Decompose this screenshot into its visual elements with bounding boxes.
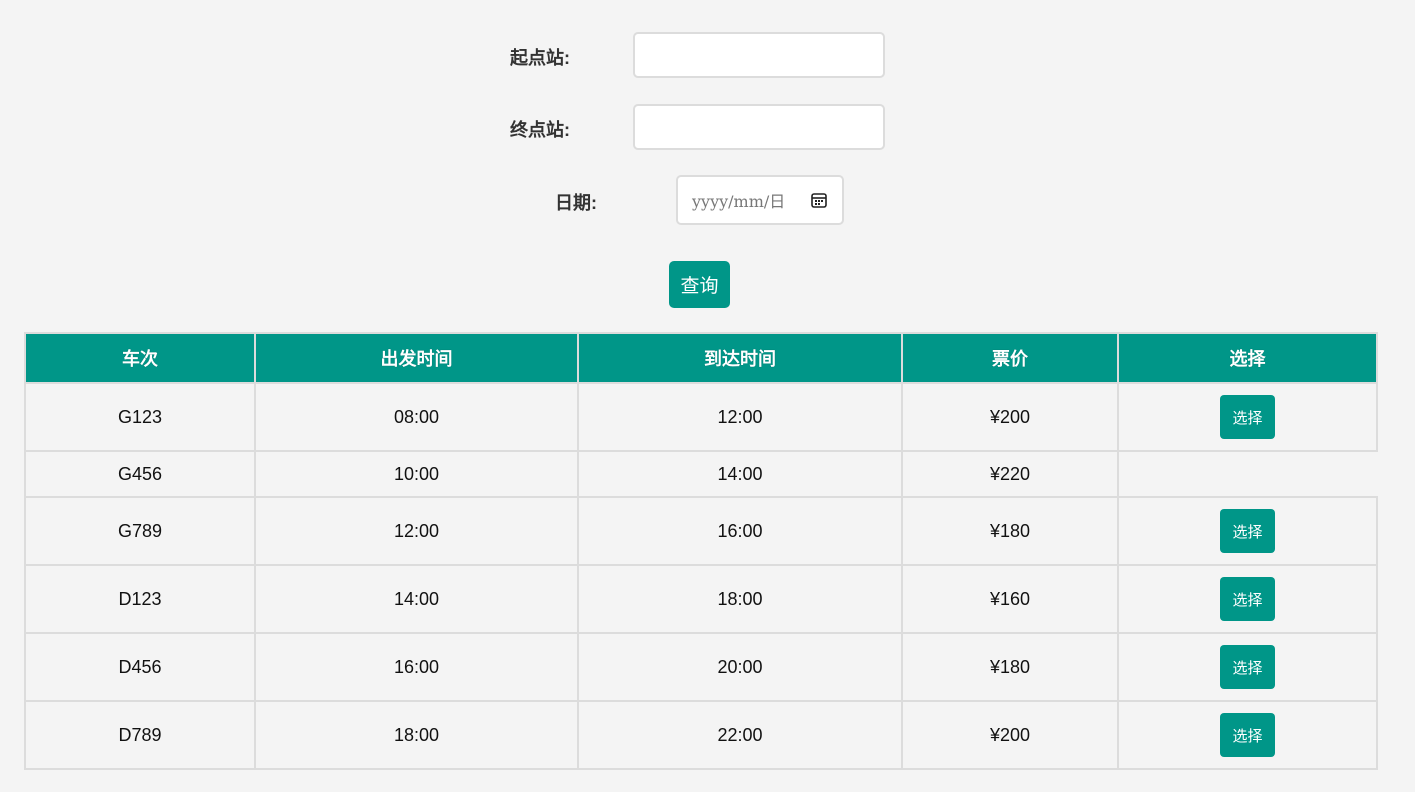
cell-depart: 08:00 xyxy=(254,382,579,452)
table-row: G789 12:00 16:00 ¥180 选择 xyxy=(24,496,1378,566)
cell-arrive: 12:00 xyxy=(577,382,903,452)
cell-arrive: 14:00 xyxy=(577,450,903,498)
cell-arrive: 20:00 xyxy=(577,632,903,702)
cell-select: 选择 xyxy=(1117,700,1378,770)
cell-depart: 16:00 xyxy=(254,632,579,702)
cell-train: G789 xyxy=(24,496,256,566)
select-button[interactable]: 选择 xyxy=(1220,713,1275,757)
table-row: D123 14:00 18:00 ¥160 选择 xyxy=(24,564,1378,634)
cell-price: ¥220 xyxy=(901,450,1119,498)
cell-arrive: 18:00 xyxy=(577,564,903,634)
cell-arrive: 22:00 xyxy=(577,700,903,770)
cell-select: 选择 xyxy=(1117,632,1378,702)
cell-price: ¥200 xyxy=(901,700,1119,770)
cell-price: ¥160 xyxy=(901,564,1119,634)
table-header-row: 车次 出发时间 到达时间 票价 选择 xyxy=(24,332,1378,384)
date-row: 日期: xyxy=(555,189,597,215)
header-price: 票价 xyxy=(901,332,1119,384)
select-button[interactable]: 选择 xyxy=(1220,577,1275,621)
cell-train: D789 xyxy=(24,700,256,770)
train-table: 车次 出发时间 到达时间 票价 选择 G123 08:00 12:00 ¥200… xyxy=(24,332,1378,770)
cell-train: D123 xyxy=(24,564,256,634)
header-depart: 出发时间 xyxy=(254,332,579,384)
select-button[interactable]: 选择 xyxy=(1220,645,1275,689)
origin-row: 起点站: xyxy=(510,44,570,70)
cell-price: ¥180 xyxy=(901,496,1119,566)
date-placeholder: yyyy/mm/日 xyxy=(692,192,786,211)
header-select: 选择 xyxy=(1117,332,1378,384)
cell-depart: 12:00 xyxy=(254,496,579,566)
header-arrive: 到达时间 xyxy=(577,332,903,384)
header-train: 车次 xyxy=(24,332,256,384)
destination-input[interactable] xyxy=(633,104,885,150)
cell-select: 选择 xyxy=(1117,496,1378,566)
select-button[interactable]: 选择 xyxy=(1220,395,1275,439)
cell-arrive: 16:00 xyxy=(577,496,903,566)
table-row: D456 16:00 20:00 ¥180 选择 xyxy=(24,632,1378,702)
table-row: G456 10:00 14:00 ¥220 xyxy=(24,450,1377,498)
cell-depart: 14:00 xyxy=(254,564,579,634)
cell-depart: 10:00 xyxy=(254,450,579,498)
destination-row: 终点站: xyxy=(510,116,570,142)
cell-select: 选择 xyxy=(1117,382,1378,452)
table-row: G123 08:00 12:00 ¥200 选择 xyxy=(24,382,1378,452)
query-button[interactable]: 查询 xyxy=(669,261,730,308)
select-button[interactable]: 选择 xyxy=(1220,509,1275,553)
cell-select: 选择 xyxy=(1117,564,1378,634)
cell-depart: 18:00 xyxy=(254,700,579,770)
cell-price: ¥200 xyxy=(901,382,1119,452)
date-input[interactable]: yyyy/mm/日 xyxy=(676,175,844,225)
origin-input[interactable] xyxy=(633,32,885,78)
cell-train: G123 xyxy=(24,382,256,452)
cell-price: ¥180 xyxy=(901,632,1119,702)
cell-train: D456 xyxy=(24,632,256,702)
cell-select-empty xyxy=(1117,450,1377,498)
destination-label: 终点站: xyxy=(510,120,570,140)
calendar-icon[interactable] xyxy=(810,191,828,209)
table-row: D789 18:00 22:00 ¥200 选择 xyxy=(24,700,1378,770)
origin-label: 起点站: xyxy=(510,48,570,68)
cell-train: G456 xyxy=(24,450,256,498)
date-label: 日期: xyxy=(555,193,597,213)
